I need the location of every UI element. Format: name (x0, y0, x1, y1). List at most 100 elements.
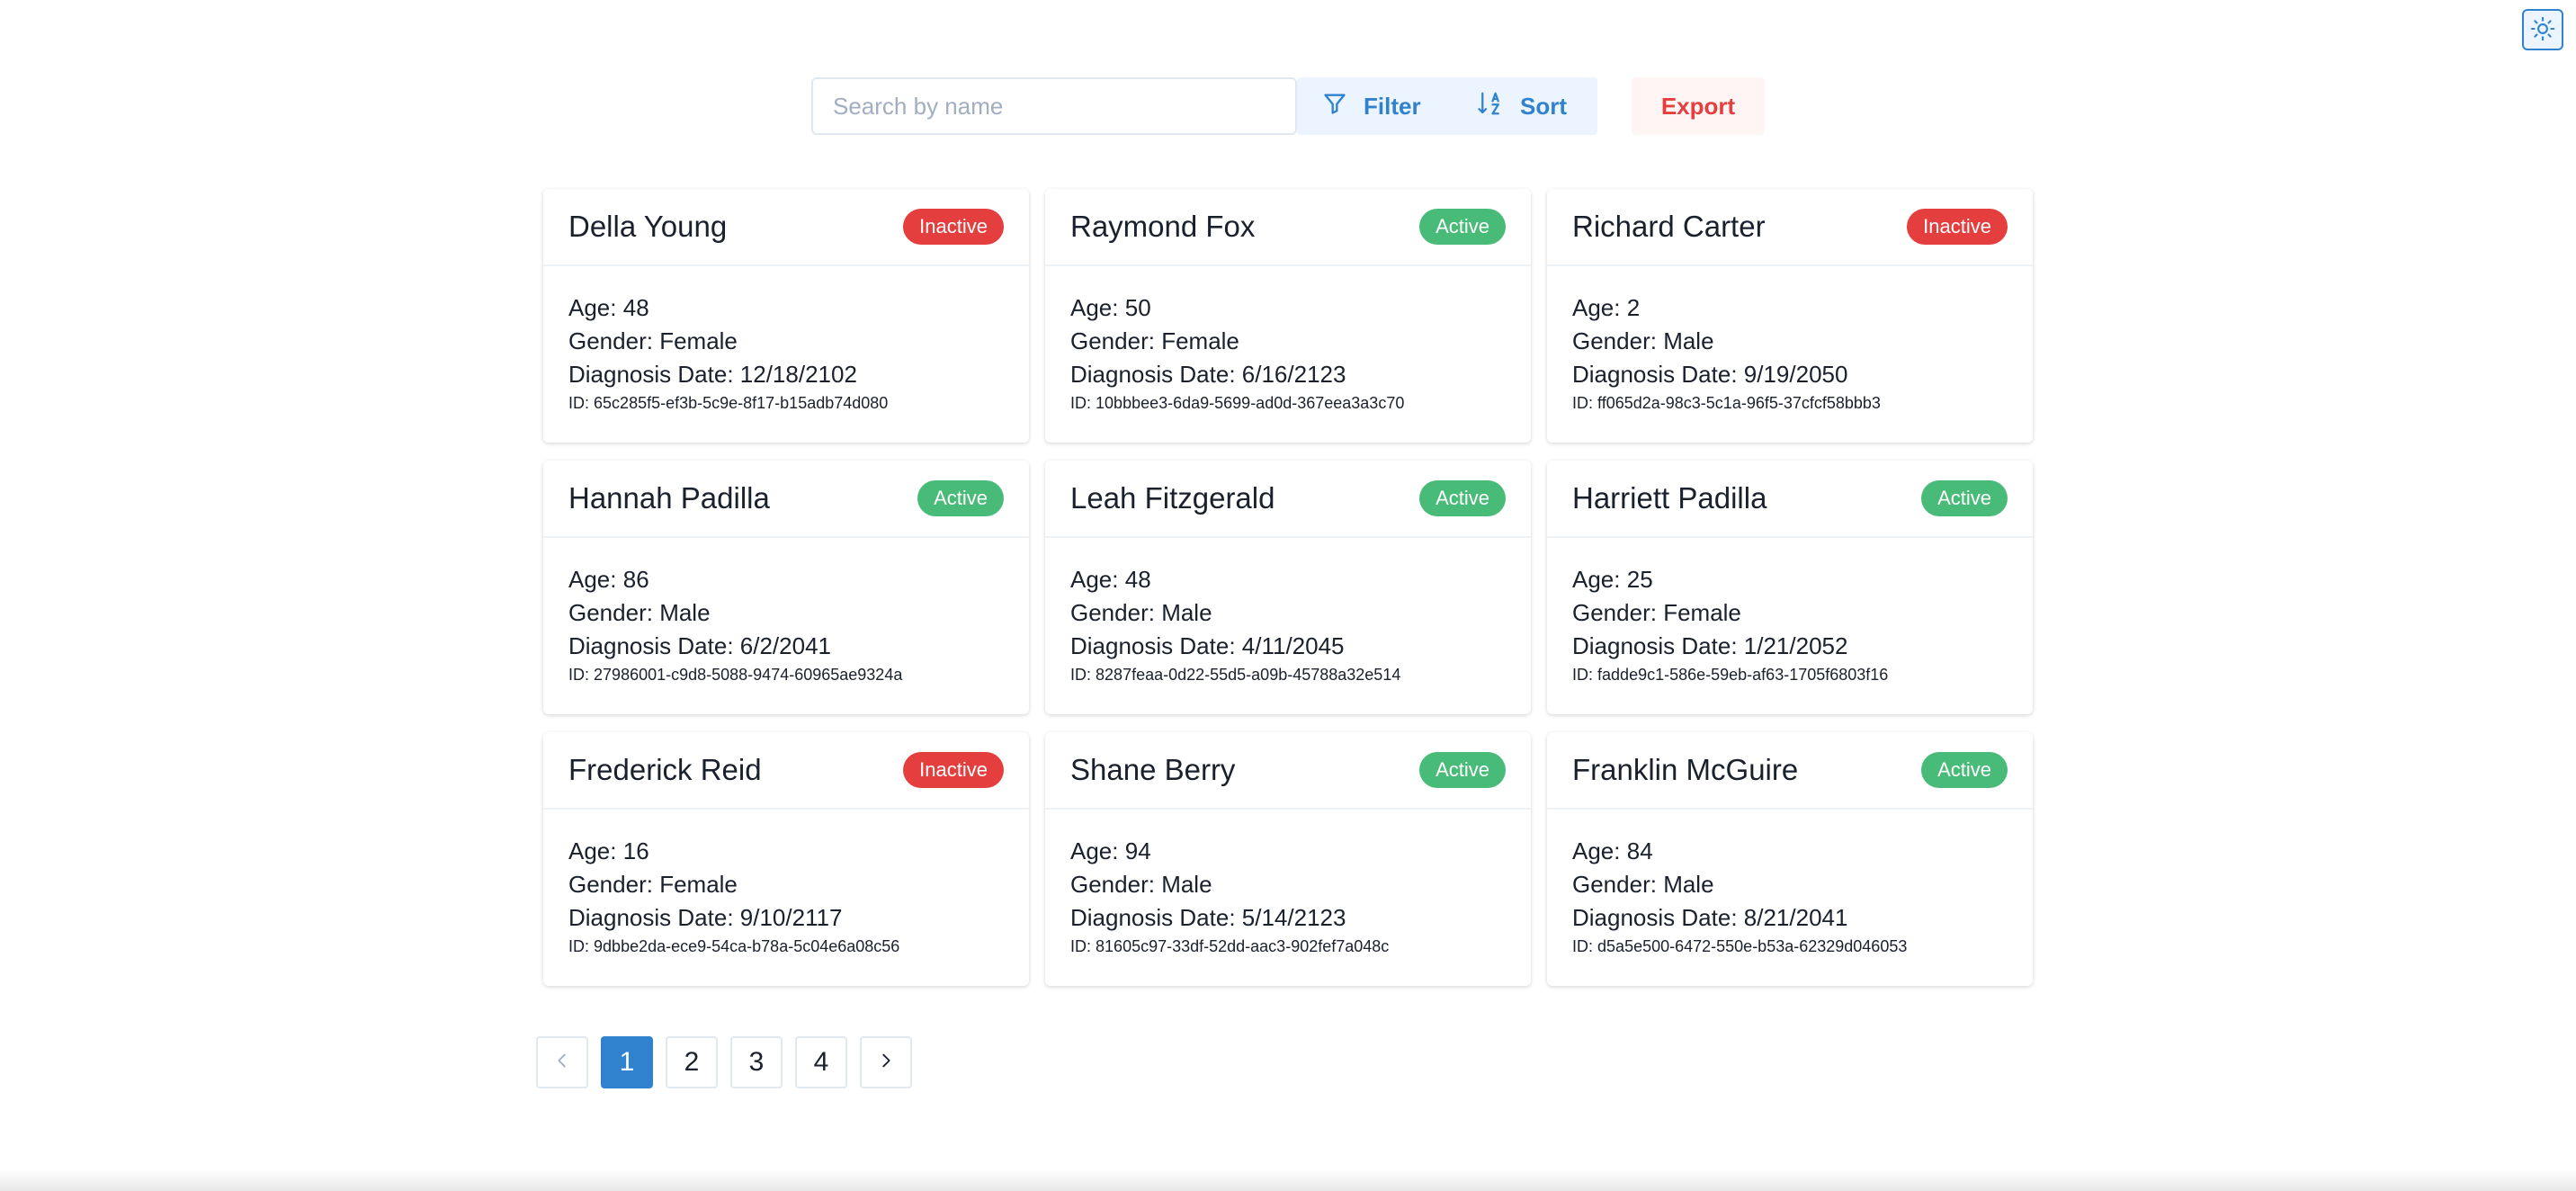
patient-name: Harriett Padilla (1572, 481, 1767, 515)
patient-card[interactable]: Della Young Inactive Age: 48 Gender: Female… (543, 189, 1029, 443)
patient-gender: Gender: Male (1070, 596, 1506, 630)
status-badge: Active (1419, 479, 1506, 517)
id-label: ID: (1572, 394, 1594, 412)
patient-name: Della Young (568, 210, 728, 243)
card-body: Age: 48 Gender: Male Diagnosis Date: 4/11/… (1045, 538, 1531, 686)
card-header: Hannah Padilla Active (543, 461, 1029, 538)
patient-diagnosis-date: Diagnosis Date: 9/19/2050 (1572, 358, 2008, 391)
diagnosis-value: 6/2/2041 (739, 632, 831, 659)
card-body: Age: 50 Gender: Female Diagnosis Date: 6/1… (1045, 266, 1531, 415)
patient-name: Raymond Fox (1070, 210, 1256, 243)
status-badge: Inactive (1907, 208, 2008, 246)
patient-card[interactable]: Richard Carter Inactive Age: 2 Gender: Male… (1547, 189, 2033, 443)
patient-card[interactable]: Hannah Padilla Active Age: 86 Gender: Male D… (543, 461, 1029, 714)
page-button-3[interactable]: 3 (730, 1036, 783, 1088)
filter-button[interactable]: Filter (1297, 77, 1452, 135)
patient-id: ID: 81605c97-33df-52dd-aac3-902fef7a048c (1070, 935, 1506, 958)
patient-id: ID: 9dbbe2da-ece9-54ca-b78a-5c04e6a08c56 (568, 935, 1004, 958)
patient-diagnosis-date: Diagnosis Date: 4/11/2045 (1070, 630, 1506, 663)
age-label: Age: (568, 566, 617, 593)
age-value: 48 (1124, 566, 1151, 593)
gender-label: Gender: (1070, 327, 1155, 354)
patient-diagnosis-date: Diagnosis Date: 12/18/2102 (568, 358, 1004, 391)
pagination: 1234 (536, 1036, 912, 1088)
patient-name: Franklin McGuire (1572, 753, 1799, 786)
card-header: Della Young Inactive (543, 189, 1029, 266)
patient-name: Richard Carter (1572, 210, 1766, 243)
patient-gender: Gender: Male (568, 596, 1004, 630)
patient-id: ID: ff065d2a-98c3-5c1a-96f5-37cfcf58bbb3 (1572, 391, 2008, 415)
export-button[interactable]: Export (1632, 77, 1765, 135)
id-label: ID: (568, 937, 590, 955)
filter-button-label: Filter (1364, 92, 1421, 120)
page-button-2[interactable]: 2 (666, 1036, 718, 1088)
sort-button[interactable]: Sort (1452, 77, 1597, 135)
patient-gender: Gender: Male (1070, 868, 1506, 901)
patient-diagnosis-date: Diagnosis Date: 8/21/2041 (1572, 901, 2008, 935)
patient-card[interactable]: Franklin McGuire Active Age: 84 Gender: Mal… (1547, 732, 2033, 986)
search-input[interactable] (811, 77, 1297, 135)
page-button-1[interactable]: 1 (601, 1036, 653, 1088)
page-button-4[interactable]: 4 (795, 1036, 847, 1088)
gender-value: Male (1663, 871, 1714, 898)
patient-card[interactable]: Raymond Fox Active Age: 50 Gender: Female Di… (1045, 189, 1531, 443)
gender-value: Female (1161, 327, 1239, 354)
id-value: 81605c97-33df-52dd-aac3-902fef7a048c (1096, 937, 1390, 955)
diagnosis-value: 1/21/2052 (1743, 632, 1848, 659)
patient-name: Frederick Reid (568, 753, 762, 786)
patient-gender: Gender: Female (568, 868, 1004, 901)
next-page-button[interactable] (860, 1036, 912, 1088)
card-body: Age: 48 Gender: Female Diagnosis Date: 12/… (543, 266, 1029, 415)
diagnosis-label: Diagnosis Date: (568, 361, 734, 388)
id-value: 10bbbee3-6da9-5699-ad0d-367eea3a3c70 (1096, 394, 1405, 412)
patient-diagnosis-date: Diagnosis Date: 6/16/2123 (1070, 358, 1506, 391)
diagnosis-value: 6/16/2123 (1241, 361, 1346, 388)
card-body: Age: 94 Gender: Male Diagnosis Date: 5/14/… (1045, 810, 1531, 958)
patient-gender: Gender: Female (1070, 325, 1506, 358)
diagnosis-value: 12/18/2102 (739, 361, 857, 388)
status-badge: Active (917, 479, 1004, 517)
age-value: 94 (1124, 837, 1151, 864)
gender-value: Male (1663, 327, 1714, 354)
id-label: ID: (1572, 666, 1594, 684)
patient-age: Age: 16 (568, 835, 1004, 868)
age-value: 48 (622, 294, 649, 321)
patient-card[interactable]: Harriett Padilla Active Age: 25 Gender: Fem… (1547, 461, 2033, 714)
patient-age: Age: 50 (1070, 291, 1506, 325)
id-label: ID: (1070, 666, 1092, 684)
age-label: Age: (1070, 837, 1119, 864)
gender-label: Gender: (1572, 327, 1657, 354)
page-number-list: 1234 (601, 1036, 847, 1088)
card-header: Shane Berry Active (1045, 732, 1531, 810)
card-header: Harriett Padilla Active (1547, 461, 2033, 538)
patient-id: ID: 27986001-c9d8-5088-9474-60965ae9324a (568, 663, 1004, 686)
patient-gender: Gender: Male (1572, 868, 2008, 901)
diagnosis-value: 8/21/2041 (1743, 904, 1848, 931)
diagnosis-value: 5/14/2123 (1241, 904, 1346, 931)
patient-age: Age: 2 (1572, 291, 2008, 325)
gender-value: Male (1161, 871, 1212, 898)
status-badge: Active (1921, 479, 2008, 517)
theme-toggle-button[interactable] (2522, 9, 2563, 50)
id-value: 9dbbe2da-ece9-54ca-b78a-5c04e6a08c56 (594, 937, 900, 955)
patient-age: Age: 86 (568, 563, 1004, 596)
sort-button-label: Sort (1520, 92, 1567, 120)
previous-page-button[interactable] (536, 1036, 588, 1088)
patient-card[interactable]: Frederick Reid Inactive Age: 16 Gender: Fem… (543, 732, 1029, 986)
diagnosis-label: Diagnosis Date: (1070, 904, 1236, 931)
patient-card[interactable]: Leah Fitzgerald Active Age: 48 Gender: Male… (1045, 461, 1531, 714)
patient-name: Hannah Padilla (568, 481, 770, 515)
diagnosis-label: Diagnosis Date: (1070, 361, 1236, 388)
gender-label: Gender: (568, 327, 653, 354)
patient-card[interactable]: Shane Berry Active Age: 94 Gender: Male Diag… (1045, 732, 1531, 986)
card-body: Age: 16 Gender: Female Diagnosis Date: 9/1… (543, 810, 1029, 958)
status-badge: Active (1419, 208, 1506, 246)
card-header: Richard Carter Inactive (1547, 189, 2033, 266)
patient-diagnosis-date: Diagnosis Date: 6/2/2041 (568, 630, 1004, 663)
sort-alpha-icon (1477, 90, 1504, 123)
patient-age: Age: 48 (1070, 563, 1506, 596)
id-value: 8287feaa-0d22-55d5-a09b-45788a32e514 (1096, 666, 1401, 684)
gender-value: Male (1161, 599, 1212, 626)
status-badge: Active (1419, 751, 1506, 789)
age-label: Age: (568, 294, 617, 321)
